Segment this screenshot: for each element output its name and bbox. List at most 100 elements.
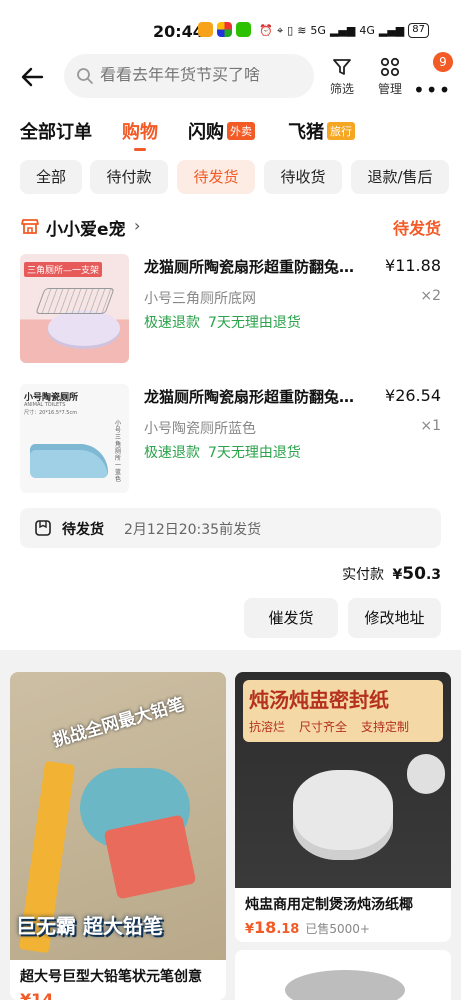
filter-refund[interactable]: 退款/售后 [351, 160, 449, 194]
filter-all[interactable]: 全部 [20, 160, 82, 194]
thumb-subcaption: ANIMAL TOILETS [24, 402, 66, 408]
urge-shipment-button[interactable]: 催发货 [244, 598, 338, 638]
item-qty: ×1 [420, 418, 441, 434]
search-box[interactable] [64, 54, 314, 98]
manage-button[interactable]: 管理 [370, 56, 410, 97]
notification-badge: 9 [433, 52, 453, 72]
item-title: 龙猫厕所陶瓷扇形超重防翻兔子厕所 [144, 388, 368, 406]
signal-4g: 4G [359, 24, 375, 37]
takeout-tag: 外卖 [227, 122, 255, 140]
filter-pending-payment[interactable]: 待付款 [90, 160, 168, 194]
item-services: 极速退款 7天无理由退货 [144, 315, 301, 331]
thumb-size-text: 尺寸：20*16.5*7.5cm [24, 410, 78, 416]
next-product-image [285, 970, 405, 1000]
item-spec: 小号陶瓷厕所蓝色 [144, 421, 256, 437]
package-icon [35, 520, 51, 536]
header: 筛选 管理 ••• [0, 52, 461, 104]
travel-tag: 旅行 [327, 122, 355, 140]
order-card: 小小爱e宠 › 待发货 三角厕所—一支架 龙猫厕所陶瓷扇形超重防翻兔子厕所 ¥1… [0, 204, 461, 650]
total-amount-int: 50 [402, 564, 426, 584]
product-price: ¥18.18 [245, 918, 300, 937]
item-thumbnail: 三角厕所—一支架 [20, 254, 129, 363]
shipping-deadline: 2月12日20:35前发货 [124, 522, 262, 538]
filter-label: 筛选 [329, 82, 354, 96]
recommendation-card[interactable]: 炖汤炖盅密封纸 抗溶烂 尺寸齐全 支持定制 炖盅商用定制煲汤炖汤纸椰 ¥18.1… [235, 672, 451, 942]
price-row: ¥14 [10, 986, 226, 1000]
total-label: 实付款 [342, 567, 385, 583]
modify-address-button[interactable]: 修改地址 [348, 598, 441, 638]
shop-icon [21, 219, 39, 234]
more-dots-icon: ••• [413, 78, 452, 102]
filter-pending-shipment[interactable]: 待发货 [177, 160, 255, 194]
signal-5g: 5G [310, 24, 326, 37]
shop-name: 小小爱e宠 [46, 220, 126, 240]
status-system-icons: ⏰ ⌖ ▯ ≋ 5G ▂▄▆ 4G ▂▄▆ 87 [259, 23, 429, 38]
grid-icon [380, 57, 400, 77]
product-price: ¥14 [20, 990, 54, 1000]
product-image: 炖汤炖盅密封纸 抗溶烂 尺寸齐全 支持定制 [235, 672, 451, 888]
tab-shopping[interactable]: 购物 [122, 118, 158, 144]
total-currency: ¥ [392, 567, 403, 583]
product-image: 挑战全网最大铅笔 巨无霸 超大铅笔 [10, 672, 226, 960]
location-icon: ⌖ [276, 23, 284, 37]
battery-indicator: 87 [408, 23, 429, 38]
order-status: 待发货 [392, 219, 441, 238]
product-grid [35, 288, 115, 314]
order-item[interactable]: 三角厕所—一支架 龙猫厕所陶瓷扇形超重防翻兔子厕所 ¥11.88 小号三角厕所底… [20, 254, 441, 364]
filter-icon [333, 59, 351, 75]
price-row: ¥18.18 已售5000+ [235, 914, 451, 941]
search-icon [77, 68, 93, 84]
overlay-text-bottom: 巨无霸 超大铅笔 [16, 914, 163, 938]
app-notify-icon [217, 22, 232, 37]
order-item[interactable]: 小号陶瓷厕所 ANIMAL TOILETS 尺寸：20*16.5*7.5cm 小… [20, 384, 441, 494]
recommendation-card-next [235, 950, 451, 1000]
recommendation-card[interactable]: 挑战全网最大铅笔 巨无霸 超大铅笔 超大号巨型大铅笔状元笔创意 ¥14 [10, 672, 226, 1000]
filter-button[interactable]: 筛选 [322, 56, 362, 97]
status-filters: 全部 待付款 待发货 待收货 退款/售后 [0, 154, 461, 204]
alarm-icon: ⏰ [259, 24, 273, 37]
product-shape [48, 310, 120, 346]
signal-bars-icon: ▂▄▆ [329, 24, 356, 37]
banner-tags: 抗溶烂 尺寸齐全 支持定制 [249, 720, 410, 734]
tab-all-orders[interactable]: 全部订单 [20, 118, 92, 144]
tab-flash-buy[interactable]: 闪购 外卖 [188, 118, 255, 144]
shipping-info: 待发货 2月12日20:35前发货 [20, 508, 441, 548]
main-tabs: 全部订单 购物 闪购 外卖 飞猪 旅行 [0, 104, 461, 154]
wifi-icon: ≋ [297, 24, 307, 37]
tab-fliggy[interactable]: 飞猪 旅行 [288, 118, 355, 144]
status-app-icons [198, 22, 251, 37]
banner-title: 炖汤炖盅密封纸 [249, 688, 389, 712]
back-button[interactable] [20, 64, 46, 90]
thumb-side-text: 小号三角厕所一蓝色 [115, 420, 122, 483]
manage-label: 管理 [377, 82, 402, 96]
active-tab-indicator [134, 148, 146, 151]
item-qty: ×2 [420, 288, 441, 304]
back-arrow-icon [21, 67, 44, 87]
vibrate-icon: ▯ [287, 24, 294, 37]
item-services: 极速退款 7天无理由退货 [144, 445, 301, 461]
sold-count: 已售5000+ [305, 922, 370, 936]
shop-header[interactable]: 小小爱e宠 › 待发货 [20, 214, 441, 240]
small-cup-shape [407, 754, 445, 794]
taobao-notify-icon [198, 22, 213, 37]
chevron-right-icon: › [134, 216, 141, 235]
item-price: ¥26.54 [385, 386, 441, 405]
product-shape [30, 444, 108, 478]
pot-shape [293, 770, 393, 860]
item-spec: 小号三角厕所底网 [144, 291, 256, 307]
total-payment: 实付款 ¥50.3 [342, 564, 441, 584]
status-time: 20:44 [153, 22, 204, 41]
product-title: 炖盅商用定制煲汤炖汤纸椰 [245, 897, 413, 913]
thumb-caption: 三角厕所—一支架 [24, 262, 103, 277]
item-thumbnail: 小号陶瓷厕所 ANIMAL TOILETS 尺寸：20*16.5*7.5cm 小… [20, 384, 129, 493]
sharpener-shape [103, 814, 197, 900]
product-title: 超大号巨型大铅笔状元笔创意 [20, 969, 202, 985]
item-title: 龙猫厕所陶瓷扇形超重防翻兔子厕所 [144, 258, 368, 276]
total-amount-dec: .3 [425, 567, 441, 583]
filter-pending-receipt[interactable]: 待收货 [264, 160, 342, 194]
item-price: ¥11.88 [385, 256, 441, 275]
overlay-text-top: 挑战全网最大铅笔 [50, 694, 187, 752]
wechat-icon [236, 22, 251, 37]
search-input[interactable] [100, 67, 310, 85]
signal-bars-icon-2: ▂▄▆ [378, 24, 405, 37]
